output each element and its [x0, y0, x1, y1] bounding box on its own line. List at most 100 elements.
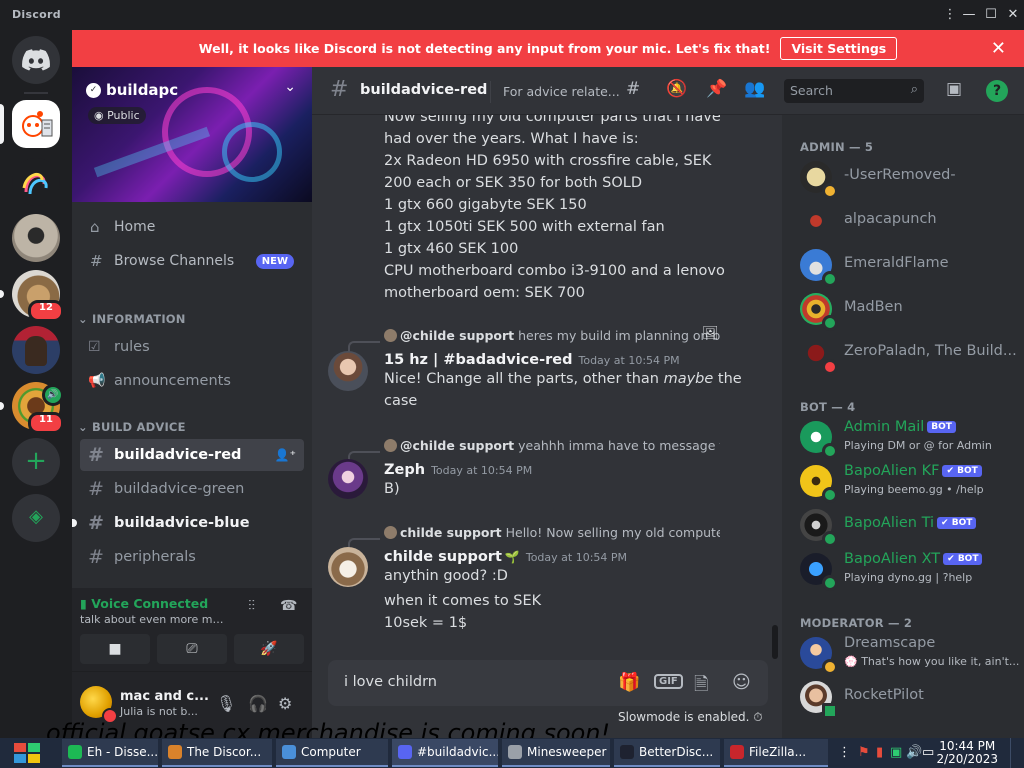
- camera-button[interactable]: ■: [80, 634, 150, 664]
- message-input[interactable]: i love childrn: [344, 674, 437, 690]
- chevron-down-icon[interactable]: ⌄: [284, 79, 296, 95]
- channel-label: buildadvice-red: [114, 447, 242, 463]
- reply-preview[interactable]: childe support Hello! Now selling my old…: [384, 525, 720, 540]
- member-item[interactable]: EmeraldFlame: [800, 245, 1020, 287]
- channel-buildadvice-blue[interactable]: # buildadvice-blue: [80, 507, 304, 539]
- direct-messages-button[interactable]: [12, 36, 60, 84]
- headphones-icon[interactable]: 🎧: [248, 694, 268, 713]
- member-list-icon[interactable]: 👥: [744, 79, 765, 99]
- close-window-button[interactable]: ✕: [1002, 0, 1024, 30]
- member-name: Dreamscape: [844, 635, 936, 651]
- gift-icon[interactable]: 🎁: [618, 672, 640, 693]
- category-information[interactable]: ⌄ INFORMATION: [78, 312, 186, 326]
- inbox-icon[interactable]: ▣: [946, 79, 962, 99]
- portrait-server-icon: [12, 326, 60, 374]
- disconnect-icon[interactable]: ☎: [280, 598, 297, 614]
- member-item[interactable]: RocketPilot: [800, 677, 1020, 719]
- channel-announcements[interactable]: 📢 announcements: [80, 365, 304, 397]
- gif-button[interactable]: GIF: [654, 674, 683, 689]
- username: mac and c...: [120, 689, 209, 704]
- server-cat[interactable]: [12, 214, 60, 262]
- member-item[interactable]: MadBen: [800, 289, 1020, 331]
- avatar[interactable]: [328, 547, 368, 587]
- member-item[interactable]: -UserRemoved-: [800, 157, 1020, 199]
- verified-icon: ✓: [86, 82, 101, 98]
- discord-icon: [398, 745, 412, 759]
- maximize-button[interactable]: ☐: [980, 0, 1002, 30]
- member-item[interactable]: BapoAlien XT ✔ BOT Playing dyno.gg | ?hel…: [800, 549, 1020, 591]
- status-online-indicator: [822, 315, 838, 331]
- help-button[interactable]: ?: [986, 80, 1008, 102]
- taskbar-item-spotify[interactable]: Eh - Disse...: [62, 739, 158, 767]
- leaf-icon: 🌱: [504, 550, 520, 564]
- guild-header[interactable]: ✓ buildapc ⌄ ◉ Public: [72, 67, 312, 202]
- taskbar-item-browser[interactable]: The Discor...: [162, 739, 272, 767]
- channel-topic[interactable]: For advice relate...: [503, 84, 620, 99]
- member-item[interactable]: BapoAlien KF ✔ BOT Playing beemo.gg • /he…: [800, 461, 1020, 503]
- taskbar-item-discord[interactable]: #buildadvic...: [392, 739, 498, 767]
- member-item[interactable]: ZeroPaladn, The Build...: [800, 333, 1020, 375]
- header-divider: [490, 81, 491, 103]
- battery-icon[interactable]: ▭: [922, 745, 934, 760]
- reply-preview[interactable]: @childe support yeahhh imma have to mess…: [384, 438, 720, 453]
- avatar[interactable]: [328, 459, 368, 499]
- member-item[interactable]: alpacapunch: [800, 201, 1020, 241]
- member-item[interactable]: Admin Mail BOT Playing DM or @ for Admin: [800, 417, 1020, 459]
- gear-icon[interactable]: ⚙: [278, 694, 292, 713]
- server-portrait[interactable]: [12, 326, 60, 374]
- member-item[interactable]: BapoAlien Ti ✔ BOT: [800, 505, 1020, 547]
- message-composer[interactable]: i love childrn 🎁 GIF 🗎 ☺: [328, 660, 768, 706]
- threads-icon[interactable]: #: [626, 79, 640, 99]
- member-item[interactable]: Dreamscape 💮 That's how you like it, ain…: [800, 633, 1020, 675]
- server-buildapc[interactable]: [0, 100, 60, 148]
- flag-icon[interactable]: ⚑: [858, 745, 870, 760]
- explore-servers-button[interactable]: ◈: [12, 494, 60, 542]
- channel-peripherals[interactable]: # peripherals: [80, 541, 304, 573]
- taskbar-item-computer[interactable]: Computer: [276, 739, 388, 767]
- minimize-button[interactable]: —: [958, 0, 980, 30]
- sticker-icon[interactable]: 🗎: [694, 672, 708, 702]
- message-author[interactable]: 15 hz | #badadvice-red: [384, 352, 572, 368]
- channel-rules[interactable]: ☑ rules: [80, 331, 304, 363]
- server-burger[interactable]: 🔊 11: [0, 382, 64, 434]
- server-dog[interactable]: 12: [0, 270, 64, 322]
- message-author[interactable]: childe support: [384, 549, 502, 565]
- mute-bell-icon[interactable]: 🔕: [666, 79, 687, 99]
- tray-overflow-icon[interactable]: ⋮: [838, 745, 851, 760]
- guild-name: ✓ buildapc: [86, 81, 178, 99]
- server-swirl[interactable]: [12, 158, 60, 206]
- start-windows-icon[interactable]: [10, 741, 44, 765]
- reply-preview[interactable]: @childe support heres my build im planni…: [384, 328, 720, 343]
- action-center-icon[interactable]: ▮: [876, 745, 883, 760]
- nav-browse-channels[interactable]: # Browse Channels NEW: [80, 245, 304, 277]
- scrollbar-thumb[interactable]: [772, 625, 778, 659]
- channel-buildadvice-green[interactable]: # buildadvice-green: [80, 473, 304, 505]
- dismiss-banner-button[interactable]: ✕: [991, 38, 1006, 59]
- network-icon[interactable]: ▣: [890, 745, 902, 760]
- voice-channel-name[interactable]: talk about even more mac a...: [80, 613, 230, 626]
- nav-home[interactable]: ⌂ Home: [80, 211, 304, 243]
- message-timestamp: Today at 10:54 PM: [525, 551, 628, 564]
- taskbar-item-betterdiscord[interactable]: BetterDisc...: [614, 739, 720, 767]
- channel-buildadvice-red[interactable]: # buildadvice-red 👤⁺: [80, 439, 304, 471]
- message-text-part: Nice! Change all the parts, other than: [384, 371, 664, 387]
- show-desktop-button[interactable]: [1010, 738, 1024, 768]
- add-server-button[interactable]: +: [12, 438, 60, 486]
- microphone-icon[interactable]: 🎙: [216, 694, 236, 713]
- activity-button[interactable]: 🚀: [234, 634, 304, 664]
- taskbar-item-minesweeper[interactable]: Minesweeper: [502, 739, 610, 767]
- screen-share-button[interactable]: ⎚: [157, 634, 227, 664]
- taskbar-item-filezilla[interactable]: FileZilla...: [724, 739, 828, 767]
- message-text: anythin good? :D: [384, 568, 508, 584]
- add-member-icon[interactable]: 👤⁺: [275, 448, 296, 462]
- system-clock[interactable]: 10:44 PM 2/20/2023: [936, 740, 998, 766]
- message-author[interactable]: Zeph: [384, 462, 425, 478]
- volume-icon[interactable]: 🔊: [906, 745, 922, 760]
- pin-icon[interactable]: 📌: [706, 79, 727, 99]
- avatar[interactable]: [328, 351, 368, 391]
- emoji-icon[interactable]: ☺: [732, 672, 751, 693]
- search-input[interactable]: Search ⌕: [784, 79, 924, 103]
- visit-settings-button[interactable]: Visit Settings: [780, 37, 898, 60]
- noise-suppression-icon[interactable]: ⫶⫶: [248, 598, 255, 614]
- category-build-advice[interactable]: ⌄ BUILD ADVICE: [78, 420, 186, 434]
